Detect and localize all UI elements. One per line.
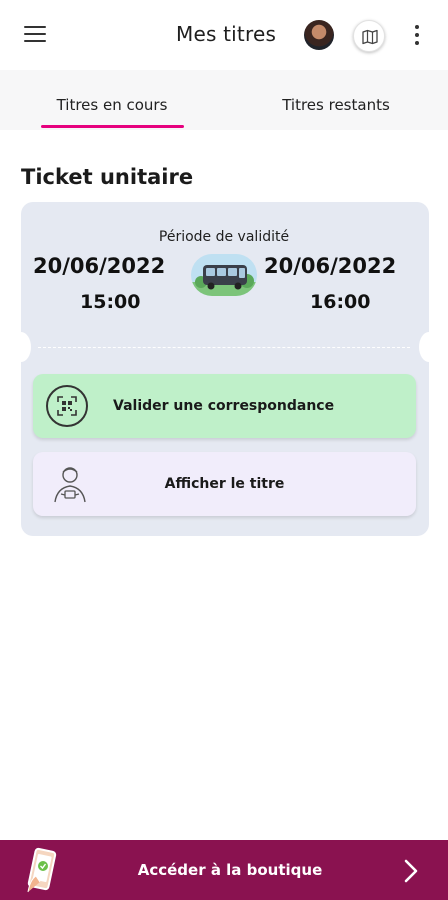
user-avatar[interactable] <box>304 20 334 50</box>
app-bar: Mes titres <box>0 0 448 70</box>
hamburger-menu-icon[interactable] <box>24 26 46 42</box>
show-ticket-label: Afficher le titre <box>164 476 285 492</box>
qr-code-icon <box>46 385 88 427</box>
tab-titres-en-cours[interactable]: Titres en cours <box>24 70 200 130</box>
active-tab-indicator <box>41 125 184 128</box>
bus-icon <box>191 254 257 296</box>
validity-label: Période de validité <box>158 229 290 245</box>
validate-connection-button[interactable]: Valider une correspondance <box>33 374 416 438</box>
ticket-type-title: Ticket unitaire <box>21 165 194 189</box>
end-time: 16:00 <box>310 291 371 313</box>
shop-access-label: Accéder à la boutique <box>137 861 323 879</box>
start-time: 15:00 <box>80 291 141 313</box>
page-title: Mes titres <box>176 22 277 46</box>
ticket-notch-left <box>11 332 31 362</box>
validate-connection-label: Valider une correspondance <box>113 398 335 414</box>
tab-titres-restants[interactable]: Titres restants <box>248 70 424 130</box>
tab-bar: Titres en cours Titres restants <box>0 70 448 130</box>
ticket-perforation <box>38 347 410 348</box>
start-date: 20/06/2022 <box>33 254 166 278</box>
ticket-notch-right <box>419 332 439 362</box>
more-vertical-icon[interactable] <box>410 25 424 47</box>
end-date: 20/06/2022 <box>264 254 397 278</box>
chevron-right-icon <box>404 859 418 883</box>
map-icon <box>362 29 378 45</box>
shop-access-bar[interactable]: Accéder à la boutique <box>0 840 448 900</box>
map-button[interactable] <box>353 20 385 52</box>
show-ticket-button[interactable]: Afficher le titre <box>33 452 416 516</box>
